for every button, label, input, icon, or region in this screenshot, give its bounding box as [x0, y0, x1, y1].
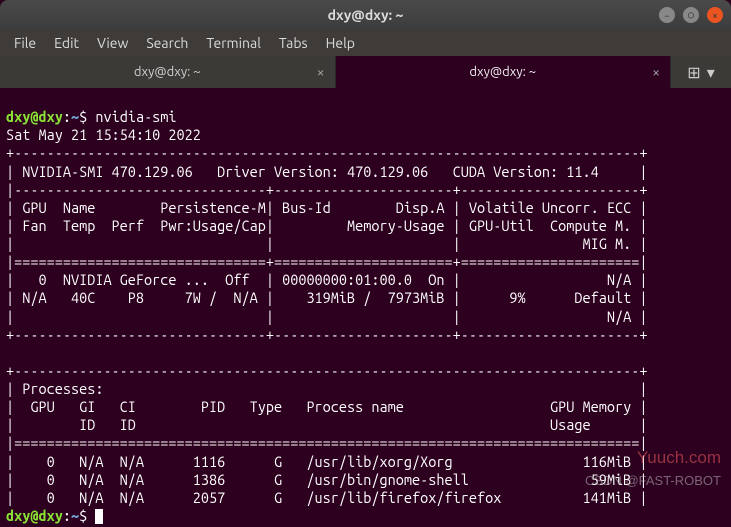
prompt-user: dxy@dxy	[6, 108, 63, 125]
output-line: | | | MIG M. |	[6, 235, 647, 252]
output-line: | 0 N/A N/A 2057 G /usr/lib/firefox/fire…	[6, 489, 647, 506]
tab-dropdown-icon[interactable]: ▾	[707, 63, 715, 82]
prompt-path: ~	[71, 507, 79, 524]
prompt-path: ~	[71, 108, 79, 125]
output-timestamp: Sat May 21 15:54:10 2022	[6, 126, 201, 143]
command-text: nvidia-smi	[95, 108, 176, 125]
output-line: | N/A 40C P8 7W / N/A | 319MiB / 7973MiB…	[6, 289, 647, 306]
menu-edit[interactable]: Edit	[46, 32, 87, 54]
output-line: |===============================+=======…	[6, 253, 647, 270]
prompt-dollar: $	[79, 507, 87, 524]
tab-close-icon[interactable]: ×	[652, 64, 660, 80]
watermark: Yuuch.com	[637, 448, 721, 468]
tab-close-icon[interactable]: ×	[317, 64, 325, 80]
menubar: File Edit View Search Terminal Tabs Help	[0, 30, 731, 56]
output-line: +---------------------------------------…	[6, 144, 647, 161]
tab-2[interactable]: dxy@dxy: ~ ×	[336, 56, 672, 88]
output-line: |-------------------------------+-------…	[6, 181, 647, 198]
output-line: | NVIDIA-SMI 470.129.06 Driver Version: …	[6, 163, 647, 180]
new-tab-icon[interactable]: ⊞	[687, 63, 700, 82]
output-line: | Processes: |	[6, 380, 647, 397]
watermark: CSDN @FAST-ROBOT	[585, 473, 721, 488]
menu-file[interactable]: File	[6, 32, 44, 54]
output-line: | 0 N/A N/A 1116 G /usr/lib/xorg/Xorg 11…	[6, 453, 647, 470]
output-line: | ID ID Usage |	[6, 416, 647, 433]
output-line: | 0 N/A N/A 1386 G /usr/bin/gnome-shell …	[6, 471, 647, 488]
window-controls: − ○ ×	[659, 7, 723, 23]
prompt-dollar: $	[79, 108, 87, 125]
prompt-user: dxy@dxy	[6, 507, 63, 524]
tab-label: dxy@dxy: ~	[469, 65, 536, 79]
tab-1[interactable]: dxy@dxy: ~ ×	[0, 56, 336, 88]
tabbar: dxy@dxy: ~ × dxy@dxy: ~ × ⊞ ▾	[0, 56, 731, 88]
output-line: | Fan Temp Perf Pwr:Usage/Cap| Memory-Us…	[6, 217, 647, 234]
output-line: | 0 NVIDIA GeForce ... Off | 00000000:01…	[6, 271, 647, 288]
menu-help[interactable]: Help	[318, 32, 363, 54]
output-line: +-------------------------------+-------…	[6, 326, 647, 343]
output-line: | GPU GI CI PID Type Process name GPU Me…	[6, 398, 647, 415]
menu-search[interactable]: Search	[138, 32, 196, 54]
tab-label: dxy@dxy: ~	[134, 65, 201, 79]
window-title: dxy@dxy: ~	[328, 7, 404, 23]
minimize-button[interactable]: −	[659, 7, 675, 23]
maximize-button[interactable]: ○	[683, 7, 699, 23]
menu-view[interactable]: View	[89, 32, 136, 54]
output-line: +---------------------------------------…	[6, 362, 647, 379]
prompt-colon: :	[63, 507, 71, 524]
menu-terminal[interactable]: Terminal	[198, 32, 269, 54]
prompt-colon: :	[63, 108, 71, 125]
output-line: | | | N/A |	[6, 308, 647, 325]
close-button[interactable]: ×	[707, 7, 723, 23]
output-line: | GPU Name Persistence-M| Bus-Id Disp.A …	[6, 199, 647, 216]
titlebar: dxy@dxy: ~ − ○ ×	[0, 0, 731, 30]
output-line: |=======================================…	[6, 434, 647, 451]
cursor	[95, 509, 103, 524]
menu-tabs[interactable]: Tabs	[271, 32, 316, 54]
terminal-output[interactable]: dxy@dxy:~$ nvidia-smi Sat May 21 15:54:1…	[0, 88, 731, 527]
tab-extras: ⊞ ▾	[671, 56, 731, 88]
